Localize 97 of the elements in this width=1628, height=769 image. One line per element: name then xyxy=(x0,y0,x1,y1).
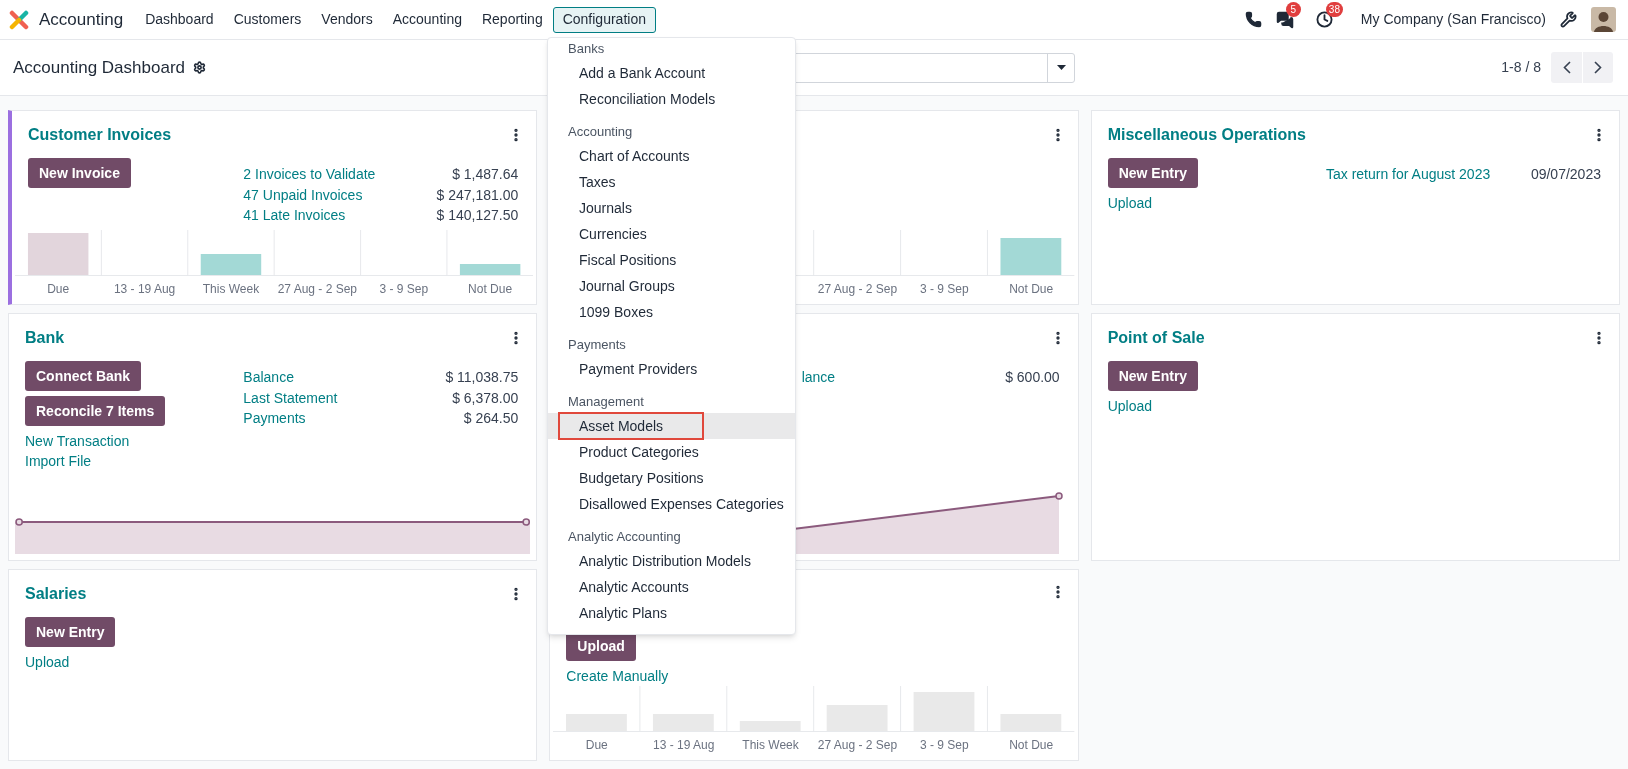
chart-label: 27 Aug - 2 Sep xyxy=(817,737,898,754)
chart-bar xyxy=(459,264,521,275)
card-link[interactable]: Import File xyxy=(25,451,92,471)
stat-value: 09/07/2023 xyxy=(1530,165,1601,184)
caret-icon xyxy=(1056,65,1066,70)
menu-item[interactable]: Disallowed Expenses Categories xyxy=(548,491,795,517)
phone-icon[interactable] xyxy=(1244,11,1262,28)
chart-label: 13 - 19 Aug xyxy=(652,737,715,754)
menu-item[interactable]: Asset Models xyxy=(548,413,795,439)
card-title[interactable]: Bank xyxy=(25,326,65,350)
menu-item[interactable]: Analytic Accounts xyxy=(548,574,795,600)
menu-item[interactable]: Journal Groups xyxy=(548,273,795,299)
menu-item[interactable]: Analytic Plans xyxy=(548,600,795,626)
stat-link[interactable]: Balance xyxy=(243,367,434,388)
chart-label: This Week xyxy=(742,737,799,754)
stat-link[interactable]: 2 Invoices to Validate xyxy=(243,164,425,185)
settings-icon[interactable] xyxy=(193,61,206,74)
menu-section-header: Management xyxy=(568,393,644,412)
menu-item[interactable]: Reconciliation Models xyxy=(548,86,795,112)
company-switcher[interactable]: My Company (San Francisco) xyxy=(1360,9,1546,30)
menu-item[interactable]: Add a Bank Account xyxy=(548,60,795,86)
action-button[interactable]: New Entry xyxy=(1107,158,1199,188)
chart-label: 3 - 9 Sep xyxy=(379,281,429,298)
pager-value[interactable]: 1-8 / 8 xyxy=(1501,57,1541,78)
menu-item[interactable]: Analytic Distribution Models xyxy=(548,548,795,574)
action-button[interactable]: Reconcile 7 Items xyxy=(25,396,166,426)
card-link[interactable]: New Transaction xyxy=(25,431,130,451)
app-logo-icon[interactable] xyxy=(9,9,29,30)
menu-item[interactable]: Chart of Accounts xyxy=(548,143,795,169)
stat-link[interactable]: Last Statement xyxy=(243,387,434,408)
card-title[interactable]: Point of Sale xyxy=(1107,326,1205,350)
menu-item[interactable]: Payment Providers xyxy=(548,356,795,382)
stat-link[interactable]: lance xyxy=(801,367,994,388)
chevron-left-icon xyxy=(1562,61,1571,74)
stat-link[interactable]: Tax return for August 2023 xyxy=(1326,164,1519,185)
card-title[interactable]: Salaries xyxy=(25,582,87,606)
action-button[interactable]: New Entry xyxy=(25,617,116,647)
menu-tab[interactable]: Accounting xyxy=(382,6,472,33)
menu-section-header: Banks xyxy=(568,40,605,59)
stat-value: $ 247,181.00 xyxy=(436,185,519,205)
menu-item[interactable]: Fiscal Positions xyxy=(548,247,795,273)
chart-bar xyxy=(200,254,262,275)
wrench-icon[interactable] xyxy=(1560,11,1577,28)
action-button[interactable]: New Invoice xyxy=(28,158,131,188)
stat-value: $ 264.50 xyxy=(462,409,519,428)
chart-bar xyxy=(1000,238,1062,275)
menu-item[interactable]: Product Categories xyxy=(548,439,795,465)
card-link[interactable]: Create Manually xyxy=(566,666,669,686)
chevron-right-icon xyxy=(1594,61,1602,74)
stat-link[interactable]: Payments xyxy=(243,408,434,429)
card-link[interactable]: Upload xyxy=(1107,193,1153,213)
next-button[interactable] xyxy=(1582,52,1613,83)
chart-label: 3 - 9 Sep xyxy=(919,737,969,754)
card-title[interactable]: Customer Invoices xyxy=(28,123,172,147)
card-link[interactable]: Upload xyxy=(25,652,70,672)
menu-tab[interactable]: Configuration xyxy=(552,6,656,33)
notification-badge: 5 xyxy=(1285,1,1301,17)
avatar-icon[interactable] xyxy=(1591,7,1616,32)
chart-label: 27 Aug - 2 Sep xyxy=(817,281,898,298)
chart-bar xyxy=(27,233,89,275)
stat-link[interactable]: 41 Late Invoices xyxy=(243,205,425,226)
stat-value: $ 6,378.00 xyxy=(451,388,519,408)
chart-label: 13 - 19 Aug xyxy=(113,281,176,298)
card-title[interactable]: Miscellaneous Operations xyxy=(1107,123,1306,147)
menu-item[interactable]: Journals xyxy=(548,195,795,221)
stat-value: $ 11,038.75 xyxy=(445,368,519,387)
chart-label: Not Due xyxy=(1009,737,1054,754)
menu-item[interactable]: Taxes xyxy=(548,169,795,195)
menu-item[interactable]: Currencies xyxy=(548,221,795,247)
action-button[interactable]: New Entry xyxy=(1107,361,1199,391)
chart-label: 3 - 9 Sep xyxy=(919,281,969,298)
chart-label: Due xyxy=(585,737,608,754)
chart-label: Due xyxy=(47,281,70,298)
clock-icon[interactable] xyxy=(1315,11,1333,28)
stat-link[interactable]: 47 Unpaid Invoices xyxy=(243,184,425,205)
card-link[interactable]: Upload xyxy=(1107,396,1153,416)
menu-section-header: Accounting xyxy=(568,123,633,142)
chart-label: Not Due xyxy=(468,281,513,298)
page-title: Accounting Dashboard xyxy=(13,56,185,79)
menu-section-header: Analytic Accounting xyxy=(568,528,681,547)
notification-badge: 38 xyxy=(1325,2,1343,17)
chart-label: Not Due xyxy=(1009,281,1054,298)
previous-button[interactable] xyxy=(1551,52,1582,83)
menu-tab[interactable]: Vendors xyxy=(311,6,383,33)
action-button[interactable]: Connect Bank xyxy=(25,361,142,391)
stat-value: $ 600.00 xyxy=(1005,368,1060,387)
chart-label: This Week xyxy=(202,281,260,298)
menu-tab[interactable]: Reporting xyxy=(471,6,553,33)
stat-value: $ 1,487.64 xyxy=(451,165,519,184)
menu-tab[interactable]: Dashboard xyxy=(135,6,224,33)
menu-item[interactable]: Budgetary Positions xyxy=(548,465,795,491)
stat-value: $ 140,127.50 xyxy=(436,206,519,225)
menu-section-header: Payments xyxy=(568,336,626,355)
chart-label: 27 Aug - 2 Sep xyxy=(277,281,358,298)
menu-item[interactable]: 1099 Boxes xyxy=(548,299,795,325)
app-name[interactable]: Accounting xyxy=(39,6,124,33)
menu-tab[interactable]: Customers xyxy=(223,6,312,33)
